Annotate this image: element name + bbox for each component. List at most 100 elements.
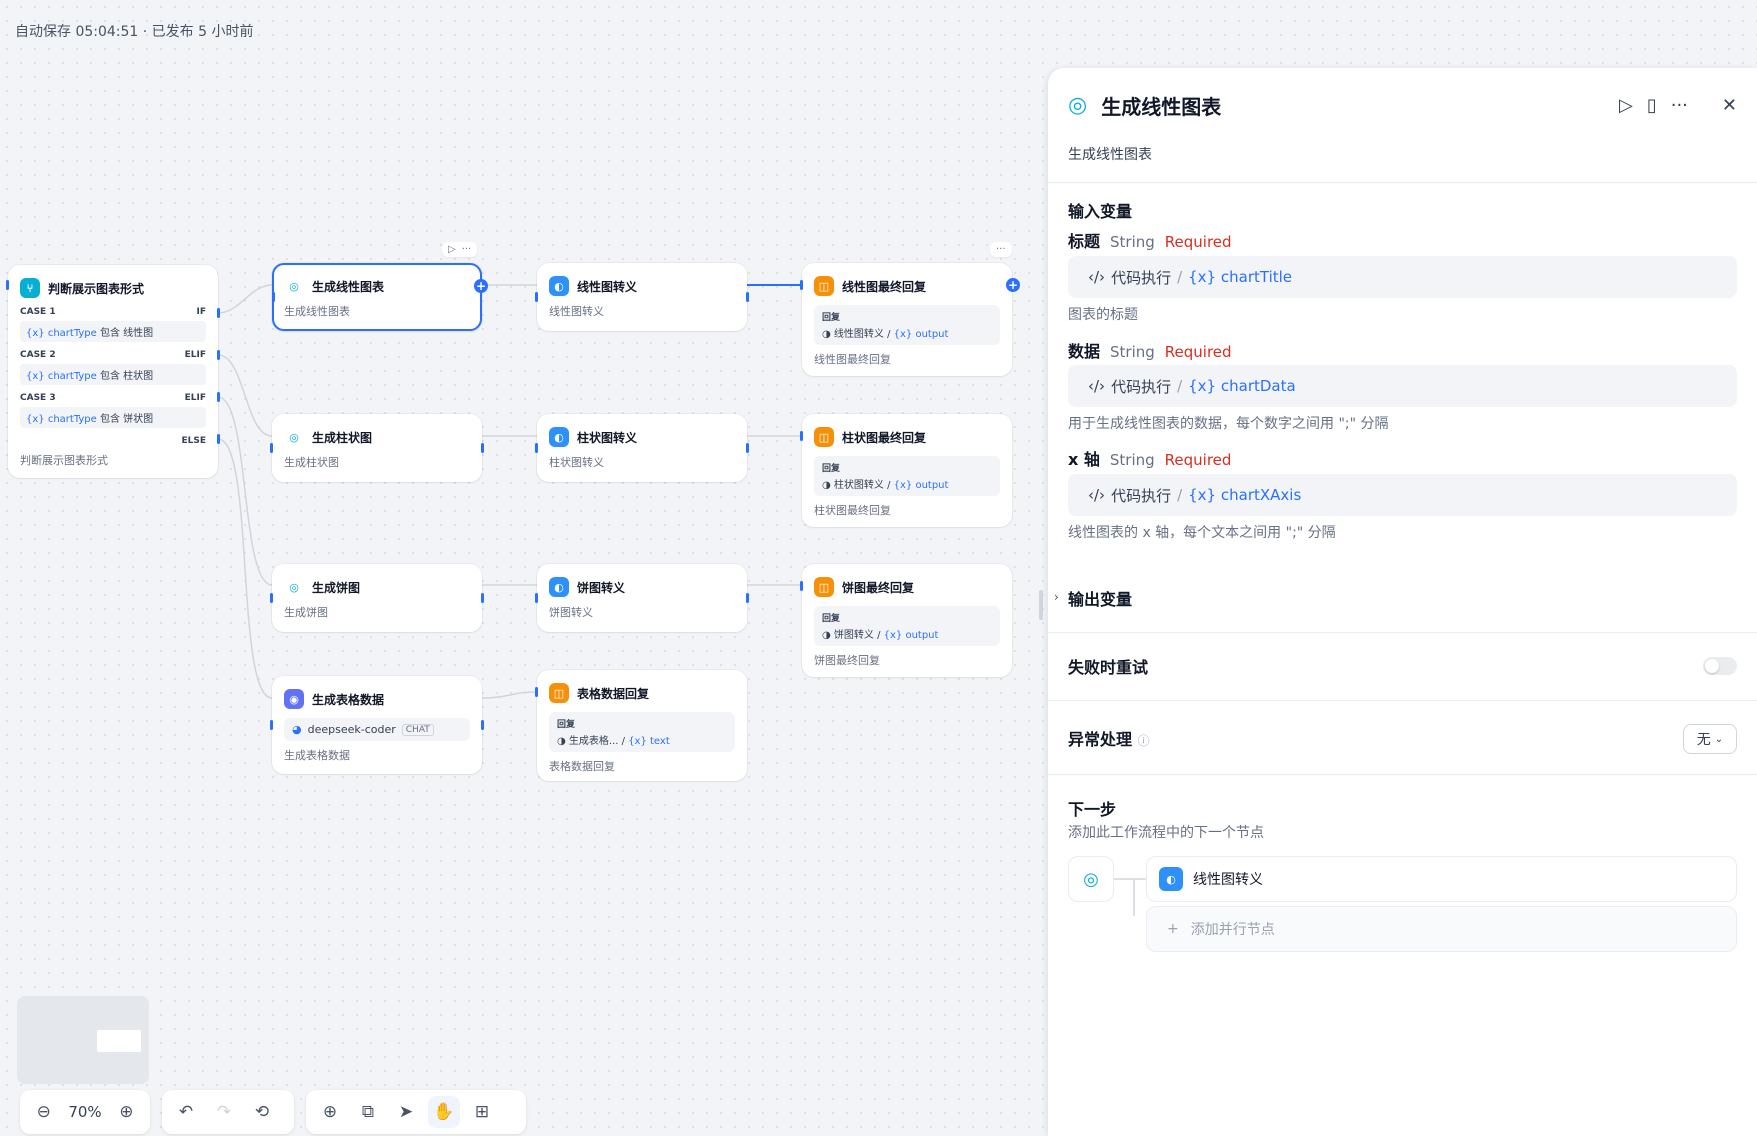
node-title: 线性图转义 xyxy=(577,279,638,294)
add-note-icon[interactable]: ⧉ xyxy=(352,1096,384,1128)
divider xyxy=(1048,182,1757,183)
condition-node[interactable]: ⑂ 判断展示图表形式 CASE 1 IF {x} chartType 包含 线性图… xyxy=(6,265,220,478)
node-input-handle[interactable] xyxy=(272,292,275,302)
more-icon[interactable]: ··· xyxy=(1671,95,1688,116)
node-input-handle[interactable] xyxy=(6,280,9,290)
docs-icon[interactable]: ▯ xyxy=(1647,95,1657,116)
node-input-handle[interactable] xyxy=(535,593,538,603)
node-input-handle[interactable] xyxy=(535,687,538,697)
line-chart-reply-node[interactable]: ◫ 线性图最终回复 回复 ◑ 线性图转义 / {x} output 线性图最终回… xyxy=(800,263,1020,376)
reply-icon: ◫ xyxy=(814,427,834,447)
node-desc: 线性图最终回复 xyxy=(814,353,891,366)
run-node-icon[interactable]: ▷ xyxy=(448,244,456,255)
node-quick-tools[interactable]: ··· xyxy=(990,242,1012,257)
node-input-handle[interactable] xyxy=(800,280,803,290)
node-quick-tools[interactable]: ▷ ··· xyxy=(442,242,478,257)
bar-chart-gen-node[interactable]: ◎ 生成柱状图 生成柱状图 xyxy=(270,414,484,482)
code-icon: ‹/› xyxy=(1088,268,1106,286)
node-desc: 生成饼图 xyxy=(284,606,328,619)
field-data-label: 数据 String Required xyxy=(1068,342,1232,361)
node-input-handle[interactable] xyxy=(800,431,803,441)
node-output-handle[interactable] xyxy=(746,292,749,302)
node-input-handle[interactable] xyxy=(270,443,273,453)
table-reply-node[interactable]: ◫ 表格数据回复 回复 ◑ 生成表格... / {x} text 表格数据回复 xyxy=(535,670,747,781)
hand-icon[interactable]: ✋ xyxy=(428,1096,460,1128)
autosave-status: 自动保存 05:04:51 · 已发布 5 小时前 xyxy=(15,24,254,40)
pie-chart-conv-node[interactable]: ◐ 饼图转义 饼图转义 xyxy=(535,564,749,632)
retry-toggle[interactable] xyxy=(1703,657,1737,675)
undo-icon[interactable]: ↶ xyxy=(170,1096,202,1128)
node-output-handle[interactable] xyxy=(481,443,484,453)
organize-icon[interactable]: ⊞ xyxy=(466,1096,498,1128)
node-output-handle[interactable] xyxy=(481,720,484,730)
output-vars-toggle[interactable]: 输出变量 xyxy=(1068,586,1132,610)
divider xyxy=(1048,774,1757,775)
pie-chart-reply-node[interactable]: ◫ 饼图最终回复 回复 ◑ 饼图转义 / {x} output 饼图最终回复 xyxy=(800,564,1012,677)
case-1-handle[interactable] xyxy=(217,308,220,318)
node-output-handle[interactable] xyxy=(746,593,749,603)
add-parallel-node-button[interactable]: + 添加并行节点 xyxy=(1146,906,1737,952)
node-input-handle[interactable] xyxy=(270,593,273,603)
zoom-out-icon[interactable]: ⊖ xyxy=(28,1096,59,1128)
close-icon[interactable]: ✕ xyxy=(1722,95,1737,116)
case-2-handle[interactable] xyxy=(217,350,220,360)
help-icon[interactable]: ⓘ xyxy=(1138,734,1150,748)
llm-icon: ◉ xyxy=(284,689,304,709)
add-next-icon[interactable]: + xyxy=(1006,278,1020,292)
redo-icon[interactable]: ↷ xyxy=(208,1096,240,1128)
panel-resize-handle[interactable] xyxy=(1039,590,1043,620)
node-title: 线性图最终回复 xyxy=(842,279,927,294)
next-connector xyxy=(1114,878,1146,916)
else-handle[interactable] xyxy=(217,434,220,444)
node-input-handle[interactable] xyxy=(535,443,538,453)
more-icon[interactable]: ··· xyxy=(462,244,472,255)
zoom-level[interactable]: 70% xyxy=(65,1103,104,1121)
line-chart-conv-node[interactable]: ◐ 线性图转义 线性图转义 xyxy=(535,263,749,331)
field-title-input[interactable]: ‹/› 代码执行 / {x} chartTitle xyxy=(1068,256,1737,298)
add-node-icon[interactable]: ⊕ xyxy=(314,1096,346,1128)
panel-title[interactable]: 生成线性图表 xyxy=(1101,91,1221,120)
reply-box: 回复 ◑ 柱状图转义 / {x} output xyxy=(814,456,1000,496)
bar-chart-reply-node[interactable]: ◫ 柱状图最终回复 回复 ◑ 柱状图转义 / {x} output 柱状图最终回… xyxy=(800,414,1012,527)
panel-description[interactable]: 生成线性图表 xyxy=(1068,144,1152,164)
chevron-right-icon[interactable]: › xyxy=(1054,590,1059,604)
field-xaxis-desc: 线性图表的 x 轴，每个文本之间用 ";" 分隔 xyxy=(1068,525,1336,541)
node-input-handle[interactable] xyxy=(535,292,538,302)
minimap[interactable] xyxy=(17,996,149,1084)
reply-icon: ◫ xyxy=(549,683,569,703)
reply-box: 回复 ◑ 生成表格... / {x} text xyxy=(549,712,735,752)
node-output-handle[interactable] xyxy=(746,443,749,453)
code-icon: ‹/› xyxy=(1088,377,1106,395)
divider xyxy=(1048,700,1757,701)
field-data-input[interactable]: ‹/› 代码执行 / {x} chartData xyxy=(1068,365,1737,407)
node-desc: 线性图转义 xyxy=(549,305,604,318)
bar-chart-conv-node[interactable]: ◐ 柱状图转义 柱状图转义 xyxy=(535,414,749,482)
node-title: 生成饼图 xyxy=(312,580,361,595)
next-node-card[interactable]: ◐ 线性图转义 xyxy=(1146,856,1737,902)
case-1-row: CASE 1 IF xyxy=(20,307,206,317)
run-icon[interactable]: ▷ xyxy=(1619,95,1633,116)
node-desc: 生成线性图表 xyxy=(284,305,350,318)
add-next-icon[interactable]: + xyxy=(474,279,488,293)
case-3-condition[interactable]: {x} chartType 包含 饼状图 xyxy=(20,407,206,428)
error-handling-select[interactable]: 无 ⌄ xyxy=(1683,724,1737,754)
minimap-viewport[interactable] xyxy=(97,1030,141,1052)
history-icon[interactable]: ⟲ xyxy=(246,1096,278,1128)
field-xaxis-input[interactable]: ‹/› 代码执行 / {x} chartXAxis xyxy=(1068,474,1737,516)
pie-chart-gen-node[interactable]: ◎ 生成饼图 生成饼图 xyxy=(270,564,484,632)
more-icon[interactable]: ··· xyxy=(996,244,1006,255)
input-vars-title: 输入变量 xyxy=(1068,202,1133,221)
pointer-icon[interactable]: ➤ xyxy=(390,1096,422,1128)
case-3-handle[interactable] xyxy=(217,392,220,402)
zoom-in-icon[interactable]: ⊕ xyxy=(111,1096,142,1128)
node-desc: 生成柱状图 xyxy=(284,456,339,469)
case-1-condition[interactable]: {x} chartType 包含 线性图 xyxy=(20,321,206,342)
table-gen-node[interactable]: ◉ 生成表格数据 ◕ deepseek-coder CHAT 生成表格数据 xyxy=(270,676,484,774)
line-chart-gen-node[interactable]: ◎ 生成线性图表 生成线性图表 + xyxy=(272,263,488,331)
model-selector[interactable]: ◕ deepseek-coder CHAT xyxy=(284,718,470,741)
node-input-handle[interactable] xyxy=(800,581,803,591)
case-2-condition[interactable]: {x} chartType 包含 柱状图 xyxy=(20,364,206,385)
node-output-handle[interactable] xyxy=(481,593,484,603)
branch-icon: ⑂ xyxy=(20,278,40,298)
node-input-handle[interactable] xyxy=(270,720,273,730)
